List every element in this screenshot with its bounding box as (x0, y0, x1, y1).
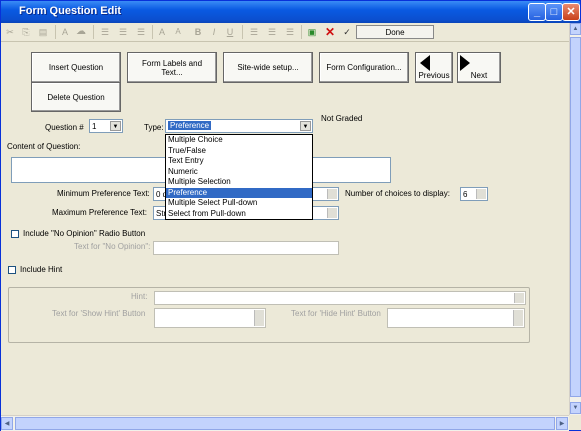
type-option[interactable]: Multiple Selection (166, 177, 312, 188)
hint-scroll[interactable] (514, 293, 524, 303)
scroll-thumb[interactable] (570, 37, 581, 397)
font-smaller-icon[interactable]: A (173, 25, 183, 39)
delete-icon[interactable]: ✕ (324, 25, 336, 39)
no-opinion-text-field[interactable] (153, 241, 339, 255)
min-preference-scroll[interactable] (327, 189, 337, 199)
vertical-scrollbar[interactable]: ▲ ▼ (569, 23, 581, 415)
type-option[interactable]: True/False (166, 146, 312, 157)
close-button[interactable]: ✕ (562, 3, 580, 21)
min-preference-label: Minimum Preference Text: (57, 189, 150, 198)
hide-hint-label: Text for 'Hide Hint' Button (291, 309, 381, 318)
cut-icon[interactable]: ✂ (5, 25, 15, 39)
previous-arrow-icon (420, 55, 430, 71)
previous-label: Previous (418, 71, 450, 80)
chevron-down-icon[interactable]: ▼ (110, 121, 121, 131)
italic-icon[interactable]: I (209, 25, 219, 39)
form-configuration-button[interactable]: Form Configuration... (319, 52, 409, 83)
type-option-selected[interactable]: Preference (166, 187, 312, 198)
minimize-button[interactable]: _ (528, 3, 546, 21)
toolbar-separator (242, 25, 243, 39)
copy-icon[interactable]: ⎘ (21, 25, 31, 39)
scroll-down-icon[interactable]: ▼ (570, 402, 581, 414)
next-arrow-icon (460, 55, 470, 71)
type-option[interactable]: Multiple Choice (166, 135, 312, 146)
chevron-down-icon[interactable]: ▼ (300, 121, 311, 131)
max-preference-label: Maximum Preference Text: (52, 208, 147, 217)
show-hint-scroll[interactable] (254, 310, 264, 326)
hide-hint-field[interactable] (387, 308, 525, 328)
previous-button[interactable]: Previous (415, 52, 453, 83)
insert-question-button[interactable]: Insert Question (31, 52, 121, 83)
scroll-left-icon[interactable]: ◀ (1, 417, 13, 430)
type-select-value: Preference (168, 121, 212, 130)
no-opinion-checkbox[interactable] (11, 230, 19, 238)
font-larger-icon[interactable]: A (157, 25, 167, 39)
hide-hint-scroll[interactable] (513, 310, 523, 326)
title-bar: Form Question Edit _ □ ✕ (1, 1, 580, 23)
stepper-arrows[interactable] (476, 189, 486, 199)
type-option[interactable]: Multiple Select Pull-down (166, 198, 312, 209)
bold-icon[interactable]: B (193, 25, 203, 39)
type-label: Type: (144, 123, 164, 132)
content-label: Content of Question: (7, 142, 81, 151)
choices-label: Number of choices to display: (345, 189, 450, 198)
site-wide-setup-button[interactable]: Site-wide setup... (223, 52, 313, 83)
horizontal-scrollbar[interactable]: ◀ ▶ (1, 415, 569, 431)
form-question-edit-window: Form Question Edit _ □ ✕ ✂ ⎘ ▤ A ☁ ☰ ☰ ☰… (0, 0, 581, 431)
spell-check-icon[interactable]: ✓ (341, 25, 353, 39)
type-select[interactable]: Preference ▼ (165, 119, 313, 133)
type-option[interactable]: Numeric (166, 167, 312, 178)
underline-icon[interactable]: U (225, 25, 235, 39)
grading-status: Not Graded (321, 114, 363, 123)
form-canvas: Insert Question Form Labels and Text... … (1, 42, 569, 415)
show-hint-field[interactable] (154, 308, 266, 328)
toolbar-separator (152, 25, 153, 39)
bullet-list-icon[interactable]: ☰ (99, 25, 111, 39)
scroll-up-icon[interactable]: ▲ (570, 23, 581, 35)
include-hint-label: Include Hint (20, 265, 63, 274)
align-right-icon[interactable]: ☰ (284, 25, 296, 39)
type-dropdown-list: Multiple Choice True/False Text Entry Nu… (165, 134, 313, 220)
include-hint-checkbox[interactable] (8, 266, 16, 274)
toolbar-separator (93, 25, 94, 39)
question-number-label: Question # (45, 123, 84, 132)
no-opinion-text-label: Text for "No Opinion": (74, 242, 151, 251)
font-icon[interactable]: A (60, 25, 70, 39)
toolbar: ✂ ⎘ ▤ A ☁ ☰ ☰ ☰ A A B I U ☰ ☰ ☰ ▣ ✕ ✓ Do… (1, 23, 569, 42)
window-title: Form Question Edit (19, 5, 122, 17)
type-option[interactable]: Select from Pull-down (166, 209, 312, 220)
choices-stepper[interactable]: 6 (460, 187, 488, 201)
toolbar-separator (301, 25, 302, 39)
indent-icon[interactable]: ☰ (135, 25, 147, 39)
scroll-right-icon[interactable]: ▶ (556, 417, 568, 430)
insert-icon[interactable]: ▣ (306, 25, 318, 39)
hint-label: Hint: (131, 292, 148, 301)
hint-group: Hint: Text for 'Show Hint' Button Text f… (8, 287, 530, 343)
show-hint-label: Text for 'Show Hint' Button (52, 309, 146, 318)
paste-icon[interactable]: ▤ (37, 25, 49, 39)
choices-value: 6 (463, 190, 468, 199)
scroll-corner (569, 415, 581, 430)
next-label: Next (470, 71, 488, 80)
toolbar-separator (55, 25, 56, 39)
align-left-icon[interactable]: ☰ (248, 25, 260, 39)
align-center-icon[interactable]: ☰ (266, 25, 278, 39)
delete-question-button[interactable]: Delete Question (31, 82, 121, 112)
color-icon[interactable]: ☁ (76, 25, 86, 39)
maximize-button[interactable]: □ (545, 3, 563, 21)
type-option[interactable]: Text Entry (166, 156, 312, 167)
numbered-list-icon[interactable]: ☰ (117, 25, 129, 39)
hint-field[interactable] (154, 291, 526, 305)
next-button[interactable]: Next (457, 52, 501, 83)
scroll-thumb-horizontal[interactable] (15, 417, 555, 430)
question-number-value: 1 (92, 122, 97, 131)
no-opinion-label: Include "No Opinion" Radio Button (23, 229, 146, 238)
max-preference-scroll[interactable] (327, 208, 337, 218)
question-number-select[interactable]: 1 ▼ (89, 119, 123, 133)
form-labels-button[interactable]: Form Labels and Text... (127, 52, 217, 83)
done-button[interactable]: Done (356, 25, 434, 39)
